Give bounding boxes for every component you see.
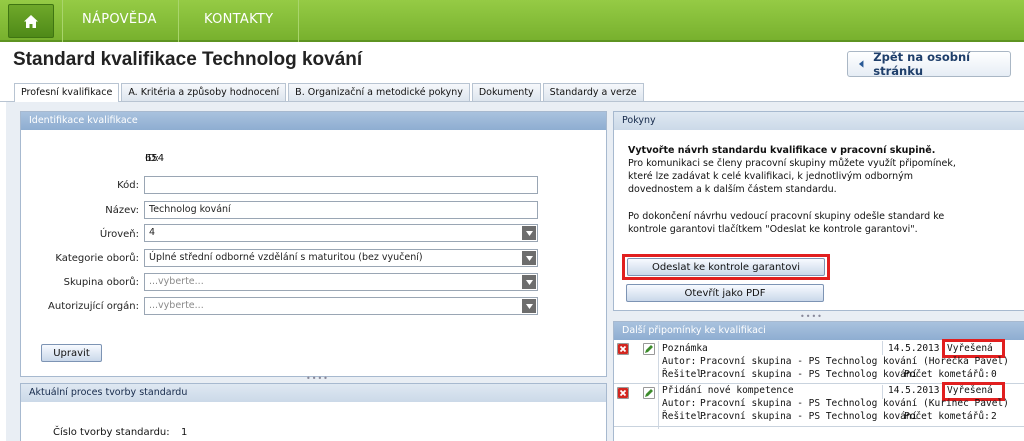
- comment-date: 14.5.2013: [888, 343, 940, 354]
- panel-splitter[interactable]: ••••: [306, 374, 329, 383]
- back-to-personal-page-button[interactable]: Zpět na osobní stránku: [847, 50, 1011, 78]
- delete-icon: [618, 344, 628, 354]
- uroven-select[interactable]: 4: [144, 224, 538, 242]
- instructions-heading: Vytvořte návrh standardu kvalifikace v p…: [628, 145, 936, 156]
- column-divider: [658, 341, 659, 385]
- skupina-select[interactable]: ...vyberte...: [144, 273, 538, 291]
- tab-standardy-verze[interactable]: Standardy a verze: [542, 83, 644, 101]
- identification-panel: Identifikace kvalifikace ID: 654 Kód: Ná…: [20, 111, 607, 377]
- tab-baseline: [0, 101, 1024, 102]
- delete-icon: [618, 388, 628, 398]
- tab-profesni-kvalifikace[interactable]: Profesní kvalifikace: [14, 83, 120, 102]
- highlight-box: [622, 254, 830, 280]
- comment-title: Poznámka: [662, 343, 708, 354]
- comment-solver: Pracovní skupina - PS Technolog kování: [700, 411, 918, 422]
- home-icon: [24, 14, 38, 28]
- panel-splitter[interactable]: ••••: [800, 312, 823, 321]
- arrow-left-icon: [858, 60, 864, 68]
- delete-comment-button[interactable]: [617, 387, 629, 399]
- comment-count-label: Počet kometářů:: [904, 369, 990, 380]
- autorizujici-select[interactable]: ...vyberte...: [144, 297, 538, 315]
- column-divider: [882, 385, 883, 399]
- tab-bar: Profesní kvalifikace A. Kritéria a způso…: [14, 83, 646, 102]
- top-navigation: NÁPOVĚDA KONTAKTY: [0, 0, 1024, 42]
- chevron-down-icon[interactable]: [522, 251, 536, 265]
- uroven-label: Úroveň:: [99, 229, 139, 240]
- row-divider: [614, 426, 1024, 427]
- comment-solver: Pracovní skupina - PS Technolog kování: [700, 369, 918, 380]
- nav-item-kontakty[interactable]: KONTAKTY: [204, 12, 273, 27]
- skupina-label: Skupina oborů:: [63, 277, 139, 288]
- instructions-panel-title: Pokyny: [614, 112, 1024, 130]
- nazev-input[interactable]: Technolog kování: [144, 201, 538, 219]
- process-number-value: 1: [181, 427, 188, 438]
- kategorie-value: Úplné střední odborné vzdělání s maturit…: [149, 252, 423, 263]
- id-value: 654: [145, 153, 165, 164]
- comment-author-label: Autor:: [662, 356, 697, 367]
- home-button[interactable]: [8, 4, 54, 38]
- comments-panel: Další připomínky ke kvalifikaci Poznámka…: [613, 321, 1024, 441]
- column-divider: [882, 341, 883, 355]
- delete-comment-button[interactable]: [617, 343, 629, 355]
- autorizujici-label: Autorizující orgán:: [48, 301, 139, 312]
- tab-dokumenty[interactable]: Dokumenty: [471, 83, 541, 101]
- back-button-label: Zpět na osobní stránku: [873, 50, 971, 78]
- process-panel: Aktuální proces tvorby standardu Číslo t…: [20, 383, 607, 441]
- instructions-text: které lze zadávat k celé kvalifikaci, k …: [628, 171, 914, 182]
- chevron-down-icon[interactable]: [522, 299, 536, 313]
- instructions-text: dovednostem a k dalším částem standardu.: [628, 184, 837, 195]
- identification-panel-title: Identifikace kvalifikace: [21, 112, 606, 130]
- instructions-panel: Pokyny Vytvořte návrh standardu kvalifik…: [613, 111, 1024, 311]
- instructions-text: kontrole garantovi tlačítkem "Odeslat ke…: [628, 224, 918, 235]
- chevron-down-icon[interactable]: [522, 226, 536, 240]
- column-divider: [658, 385, 659, 429]
- comment-date: 14.5.2013: [888, 385, 940, 396]
- open-pdf-button[interactable]: Otevřít jako PDF: [626, 284, 824, 302]
- nazev-label: Název:: [105, 205, 139, 216]
- chevron-down-icon[interactable]: [522, 275, 536, 289]
- edit-comment-button[interactable]: [643, 387, 655, 399]
- comment-count: 2: [991, 411, 997, 422]
- tab-kriteria[interactable]: A. Kritéria a způsoby hodnocení: [121, 83, 287, 101]
- comment-count-label: Počet kometářů:: [904, 411, 990, 422]
- kategorie-label: Kategorie oborů:: [55, 253, 139, 264]
- id-label: ID:: [144, 153, 159, 164]
- page-title: Standard kvalifikace Technolog kování: [13, 49, 363, 70]
- nav-separator: [298, 0, 299, 42]
- nav-separator: [178, 0, 179, 42]
- skupina-placeholder: ...vyberte...: [149, 276, 204, 287]
- kategorie-select[interactable]: Úplné střední odborné vzdělání s maturit…: [144, 249, 538, 267]
- kod-input[interactable]: [144, 176, 538, 194]
- instructions-text: Pro komunikaci se členy pracovní skupiny…: [628, 158, 956, 169]
- nav-item-napoveda[interactable]: NÁPOVĚDA: [82, 12, 157, 27]
- nav-separator: [62, 0, 63, 42]
- uroven-value: 4: [149, 227, 156, 238]
- comment-author: Pracovní skupina - PS Technolog kování (…: [700, 356, 1009, 367]
- tab-organizacni-pokyny[interactable]: B. Organizační a metodické pokyny: [288, 83, 470, 101]
- edit-comment-button[interactable]: [643, 343, 655, 355]
- edit-icon: [645, 389, 653, 397]
- comment-title: Přidání nové kompetence: [662, 385, 794, 396]
- instructions-text: Po dokončení návrhu vedoucí pracovní sku…: [628, 211, 945, 222]
- comment-author-label: Autor:: [662, 398, 697, 409]
- comment-author: Pracovní skupina - PS Technolog kování (…: [700, 398, 1009, 409]
- comments-panel-title: Další připomínky ke kvalifikaci: [614, 322, 1024, 340]
- process-panel-title: Aktuální proces tvorby standardu: [21, 384, 606, 402]
- upravit-button[interactable]: Upravit: [41, 344, 102, 362]
- comment-count: 0: [991, 369, 997, 380]
- autorizujici-placeholder: ...vyberte...: [149, 300, 204, 311]
- edit-icon: [645, 345, 653, 353]
- process-number-label: Číslo tvorby standardu:: [53, 427, 170, 438]
- kod-label: Kód:: [117, 180, 139, 191]
